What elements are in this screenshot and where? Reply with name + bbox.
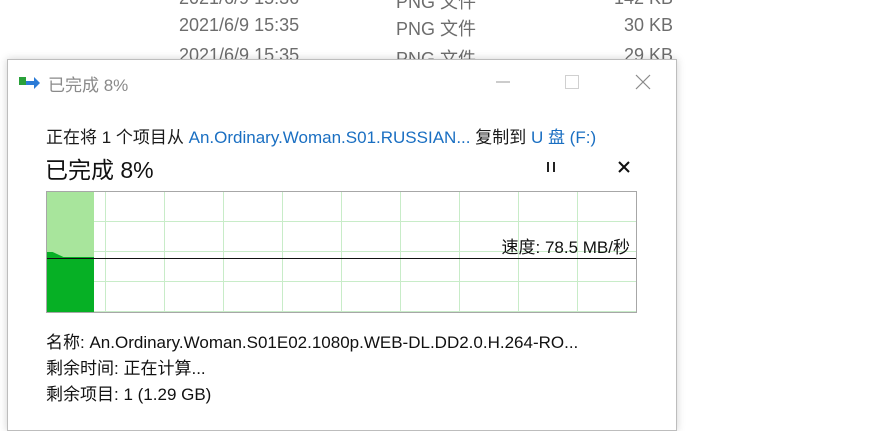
cancel-icon <box>618 161 630 173</box>
copy-progress-dialog: 已完成 8% 正在将 1 个项目从 An.Ordinary.Woman.S01.… <box>7 59 677 431</box>
detail-label: 剩余项目: <box>46 385 119 404</box>
copy-prefix-text: 正在将 1 个项目从 <box>46 128 189 147</box>
file-type: PNG 文件 <box>396 0 477 12</box>
file-list-background: 2021/6/9 15:36 PNG 文件 142 KB 2021/6/9 15… <box>0 0 893 69</box>
maximize-button[interactable] <box>549 66 595 98</box>
file-size: 142 KB <box>614 0 673 9</box>
source-folder-link[interactable]: An.Ordinary.Woman.S01.RUSSIAN... <box>189 128 471 147</box>
list-item[interactable]: 2021/6/9 15:35 PNG 文件 30 KB <box>0 15 893 41</box>
file-date: 2021/6/9 15:36 <box>179 0 299 9</box>
speed-label: 速度: 78.5 MB/秒 <box>501 238 630 257</box>
close-button[interactable] <box>620 66 666 98</box>
progress-heading: 已完成 8% <box>45 157 154 183</box>
maximize-icon <box>565 75 579 89</box>
detail-items-row: 剩余项目: 1 (1.29 GB) <box>46 382 578 410</box>
time-remaining-value: 正在计算... <box>123 359 206 378</box>
file-type: PNG 文件 <box>396 19 477 39</box>
minimize-button[interactable] <box>480 66 526 98</box>
items-remaining-value: 1 (1.29 GB) <box>123 385 212 404</box>
transfer-details: 名称: An.Ordinary.Woman.S01E02.1080p.WEB-D… <box>46 330 578 410</box>
pause-icon <box>547 162 555 172</box>
file-date: 2021/6/9 15:35 <box>179 15 300 35</box>
destination-drive-link[interactable]: U 盘 (F:) <box>531 128 596 147</box>
close-icon <box>635 74 651 90</box>
detail-time-row: 剩余时间: 正在计算... <box>46 356 578 382</box>
window-title: 已完成 8% <box>48 76 129 95</box>
pause-button[interactable] <box>536 152 566 182</box>
title-bar[interactable]: 已完成 8% <box>8 60 676 104</box>
copy-app-icon <box>19 77 40 89</box>
cancel-button[interactable] <box>609 152 639 182</box>
speed-area-shape <box>47 252 94 312</box>
detail-label: 名称: <box>46 333 85 352</box>
detail-label: 剩余时间: <box>46 359 119 378</box>
file-size: 30 KB <box>623 15 673 35</box>
copy-middle-text: 复制到 <box>470 128 531 147</box>
current-speed-line <box>47 258 636 259</box>
copy-description: 正在将 1 个项目从 An.Ordinary.Woman.S01.RUSSIAN… <box>46 123 596 148</box>
minimize-icon <box>496 81 510 83</box>
list-item[interactable]: 2021/6/9 15:36 PNG 文件 142 KB <box>0 0 893 14</box>
transfer-speed-graph: 速度: 78.5 MB/秒 <box>46 191 637 313</box>
file-name-value: An.Ordinary.Woman.S01E02.1080p.WEB-DL.DD… <box>89 333 579 352</box>
detail-name-row: 名称: An.Ordinary.Woman.S01E02.1080p.WEB-D… <box>46 330 578 356</box>
